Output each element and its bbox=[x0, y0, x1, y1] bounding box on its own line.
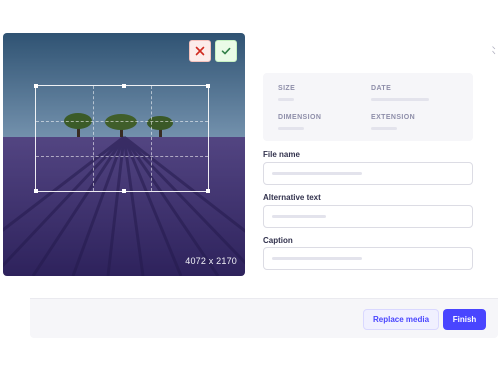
file-name-value-placeholder bbox=[272, 172, 362, 175]
image-dimensions: 4072 x 2170 bbox=[185, 256, 237, 266]
info-date-label: DATE bbox=[371, 85, 392, 92]
file-info-panel: SIZE DATE DIMENSION EXTENSION bbox=[263, 73, 473, 141]
crop-gridline bbox=[93, 86, 95, 191]
alt-text-input[interactable] bbox=[263, 205, 473, 228]
finish-button[interactable]: Finish bbox=[443, 309, 486, 330]
replace-media-button[interactable]: Replace media bbox=[363, 309, 439, 330]
info-extension: EXTENSION bbox=[371, 114, 415, 130]
info-dimension-value-placeholder bbox=[278, 127, 304, 130]
close-icon bbox=[195, 46, 205, 56]
file-name-input[interactable] bbox=[263, 162, 473, 185]
crop-handle[interactable] bbox=[206, 189, 210, 193]
info-size: SIZE bbox=[278, 85, 295, 101]
cancel-crop-button[interactable] bbox=[189, 40, 211, 62]
alt-text-value-placeholder bbox=[272, 215, 326, 218]
info-extension-label: EXTENSION bbox=[371, 114, 416, 121]
crop-handle[interactable] bbox=[122, 84, 126, 88]
image-preview: 4072 x 2170 bbox=[3, 33, 245, 276]
crop-handle[interactable] bbox=[122, 189, 126, 193]
dialog-footer: Replace media Finish bbox=[30, 298, 498, 338]
caption-label: Caption bbox=[263, 236, 293, 245]
crop-gridline bbox=[150, 86, 152, 191]
crop-handle[interactable] bbox=[206, 84, 210, 88]
alt-text-label: Alternative text bbox=[263, 193, 321, 202]
info-size-value-placeholder bbox=[278, 98, 294, 101]
crop-gridline bbox=[36, 120, 208, 122]
file-name-label: File name bbox=[263, 150, 300, 159]
info-dimension-label: DIMENSION bbox=[278, 114, 322, 121]
caption-value-placeholder bbox=[272, 257, 362, 260]
check-icon bbox=[221, 47, 231, 55]
crop-area[interactable] bbox=[34, 84, 210, 193]
crop-handle[interactable] bbox=[34, 84, 38, 88]
info-date-value-placeholder bbox=[371, 98, 429, 101]
caption-input[interactable] bbox=[263, 247, 473, 270]
info-dimension: DIMENSION bbox=[278, 114, 321, 130]
crop-gridline bbox=[36, 155, 208, 157]
scroll-indicator-icon bbox=[492, 46, 496, 55]
info-date: DATE bbox=[371, 85, 429, 101]
info-size-label: SIZE bbox=[278, 85, 296, 92]
crop-handle[interactable] bbox=[34, 189, 38, 193]
info-extension-value-placeholder bbox=[371, 127, 397, 130]
confirm-crop-button[interactable] bbox=[215, 40, 237, 62]
